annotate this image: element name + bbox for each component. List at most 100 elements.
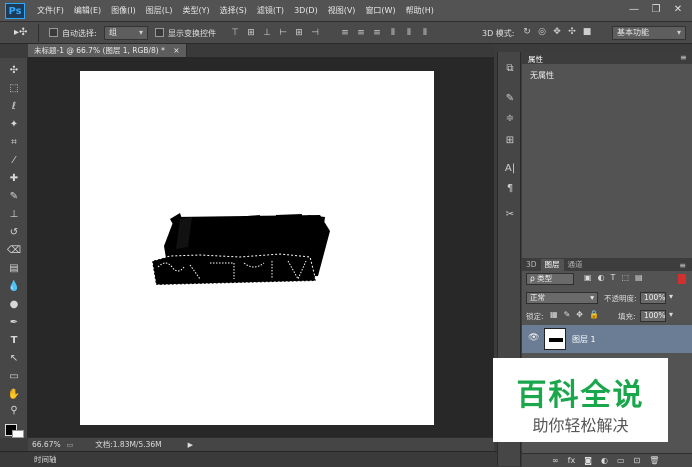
filter-smart-object-icon[interactable]: ▤ — [635, 273, 643, 282]
eyedropper-tool-icon[interactable]: ⁄ — [6, 154, 22, 168]
history-brush-tool-icon[interactable]: ↺ — [6, 226, 22, 240]
menu-select[interactable]: 选择(S) — [215, 0, 252, 22]
lock-pixels-icon[interactable]: ✎ — [564, 310, 571, 319]
path-selection-tool-icon[interactable]: ↖ — [6, 352, 22, 366]
opacity-input[interactable]: 100% — [640, 292, 666, 304]
auto-select-checkbox[interactable] — [49, 28, 58, 37]
lock-transparency-icon[interactable]: ▦ — [550, 310, 558, 319]
menu-3d[interactable]: 3D(D) — [289, 0, 323, 22]
background-color-swatch[interactable] — [12, 430, 24, 438]
dodge-tool-icon[interactable]: ● — [6, 298, 22, 312]
visibility-eye-icon[interactable]: 👁 — [528, 333, 539, 343]
restore-button[interactable]: ❐ — [648, 3, 664, 17]
menu-window[interactable]: 窗口(W) — [360, 0, 400, 22]
hand-tool-icon[interactable]: ✋ — [6, 388, 22, 402]
panel-menu-icon[interactable]: ≡ — [680, 53, 687, 62]
rectangle-tool-icon[interactable]: ▭ — [6, 370, 22, 384]
orbit-3d-icon[interactable]: ↻ — [522, 27, 532, 37]
new-adjustment-icon[interactable]: ◐ — [601, 456, 608, 465]
properties-tab[interactable]: 属性 — [528, 54, 543, 65]
document-canvas[interactable] — [80, 71, 434, 425]
pan-3d-icon[interactable]: ✥ — [552, 27, 562, 37]
filter-shape-icon[interactable]: ⬚ — [621, 273, 629, 282]
blur-tool-icon[interactable]: 💧 — [6, 280, 22, 294]
distribute-top-icon[interactable]: ≡ — [340, 28, 350, 38]
layer-filter-dropdown[interactable]: ρ 类型 — [526, 273, 574, 285]
link-layers-icon[interactable]: ∞ — [552, 456, 559, 465]
clone-stamp-tool-icon[interactable]: ⊥ — [6, 208, 22, 222]
align-top-icon[interactable]: ⊤ — [230, 28, 240, 38]
align-vcenter-icon[interactable]: ⊞ — [246, 28, 256, 38]
minimize-button[interactable]: — — [626, 3, 642, 17]
brush-presets-icon[interactable]: ✎ — [502, 92, 518, 106]
roll-3d-icon[interactable]: ◎ — [537, 27, 547, 37]
tab-channels[interactable]: 通道 — [564, 259, 587, 271]
adjustments-icon[interactable]: ≑ — [502, 112, 518, 126]
paragraph-icon[interactable]: ¶ — [502, 182, 518, 196]
share-icon[interactable]: ▭ — [67, 441, 74, 449]
tools-presets-icon[interactable]: ✂ — [502, 208, 518, 222]
distribute-hcenter-icon[interactable]: ⦀ — [404, 28, 414, 38]
crop-tool-icon[interactable]: ⌗ — [6, 136, 22, 150]
zoom-tool-icon[interactable]: ⚲ — [6, 404, 22, 418]
distribute-right-icon[interactable]: ⦀ — [420, 28, 430, 38]
marquee-tool-icon[interactable]: ⬚ — [6, 82, 22, 96]
align-left-icon[interactable]: ⊢ — [278, 28, 288, 38]
tab-3d[interactable]: 3D — [522, 259, 541, 271]
scale-3d-icon[interactable]: ■ — [582, 27, 592, 37]
pen-tool-icon[interactable]: ✒ — [6, 316, 22, 330]
zoom-level[interactable]: 66.67% — [32, 440, 61, 449]
timeline-label[interactable]: 时间轴 — [34, 454, 57, 465]
menu-type[interactable]: 类型(Y) — [177, 0, 214, 22]
gradient-tool-icon[interactable]: ▤ — [6, 262, 22, 276]
fill-dropdown-icon[interactable]: ▾ — [669, 310, 673, 319]
panel-menu-icon[interactable]: ≡ — [679, 261, 686, 270]
layer-name[interactable]: 图层 1 — [572, 334, 596, 345]
menu-filter[interactable]: 滤镜(T) — [252, 0, 289, 22]
menu-view[interactable]: 视图(V) — [323, 0, 361, 22]
menu-help[interactable]: 帮助(H) — [401, 0, 439, 22]
clone-source-icon[interactable]: ⊞ — [502, 134, 518, 148]
auto-select-dropdown[interactable]: 组 ▾ — [104, 26, 148, 40]
lasso-tool-icon[interactable]: ℓ — [6, 100, 22, 114]
layer-row[interactable]: 👁 图层 1 — [522, 325, 692, 353]
slide-3d-icon[interactable]: ✣ — [567, 27, 577, 37]
status-menu-arrow-icon[interactable]: ▶ — [188, 441, 193, 449]
filter-type-icon[interactable]: T — [611, 273, 616, 282]
new-group-icon[interactable]: ▭ — [617, 456, 625, 465]
close-tab-icon[interactable]: × — [173, 46, 179, 55]
type-tool-icon[interactable]: T — [6, 334, 22, 348]
distribute-bottom-icon[interactable]: ≡ — [372, 28, 382, 38]
lock-position-icon[interactable]: ✥ — [576, 310, 583, 319]
blend-mode-dropdown[interactable]: 正常 ▾ — [526, 292, 598, 304]
align-bottom-icon[interactable]: ⊥ — [262, 28, 272, 38]
document-tab[interactable]: 未标题-1 @ 66.7% (图层 1, RGB/8) * × — [28, 44, 187, 57]
menu-image[interactable]: 图像(I) — [106, 0, 141, 22]
add-mask-icon[interactable]: ◙ — [584, 456, 592, 465]
tab-layers[interactable]: 图层 — [540, 259, 564, 271]
menu-layer[interactable]: 图层(L) — [141, 0, 178, 22]
fill-input[interactable]: 100% — [640, 310, 666, 322]
distribute-vcenter-icon[interactable]: ≡ — [356, 28, 366, 38]
filter-adjustment-icon[interactable]: ◐ — [598, 273, 605, 282]
move-tool-icon[interactable]: ✣ — [6, 64, 22, 78]
character-icon[interactable]: A| — [502, 162, 518, 176]
new-layer-icon[interactable]: ⊡ — [634, 456, 641, 465]
move-tool-preset-icon[interactable]: ▸✣ — [14, 26, 34, 40]
history-panel-icon[interactable]: ⧉ — [502, 62, 518, 76]
filter-pixel-icon[interactable]: ▣ — [584, 273, 592, 282]
delete-layer-icon[interactable]: 🗑 — [649, 456, 659, 465]
close-button[interactable]: ✕ — [670, 3, 686, 17]
healing-brush-tool-icon[interactable]: ✚ — [6, 172, 22, 186]
magic-wand-tool-icon[interactable]: ✦ — [6, 118, 22, 132]
menu-edit[interactable]: 编辑(E) — [69, 0, 106, 22]
eraser-tool-icon[interactable]: ⌫ — [6, 244, 22, 258]
opacity-dropdown-icon[interactable]: ▾ — [669, 292, 673, 301]
layer-style-icon[interactable]: fx — [568, 456, 576, 465]
filter-toggle-icon[interactable] — [678, 274, 686, 284]
align-hcenter-icon[interactable]: ⊞ — [294, 28, 304, 38]
brush-tool-icon[interactable]: ✎ — [6, 190, 22, 204]
align-right-icon[interactable]: ⊣ — [310, 28, 320, 38]
lock-all-icon[interactable]: 🔒 — [589, 310, 599, 319]
workspace-dropdown[interactable]: 基本功能 ▾ — [612, 26, 686, 40]
